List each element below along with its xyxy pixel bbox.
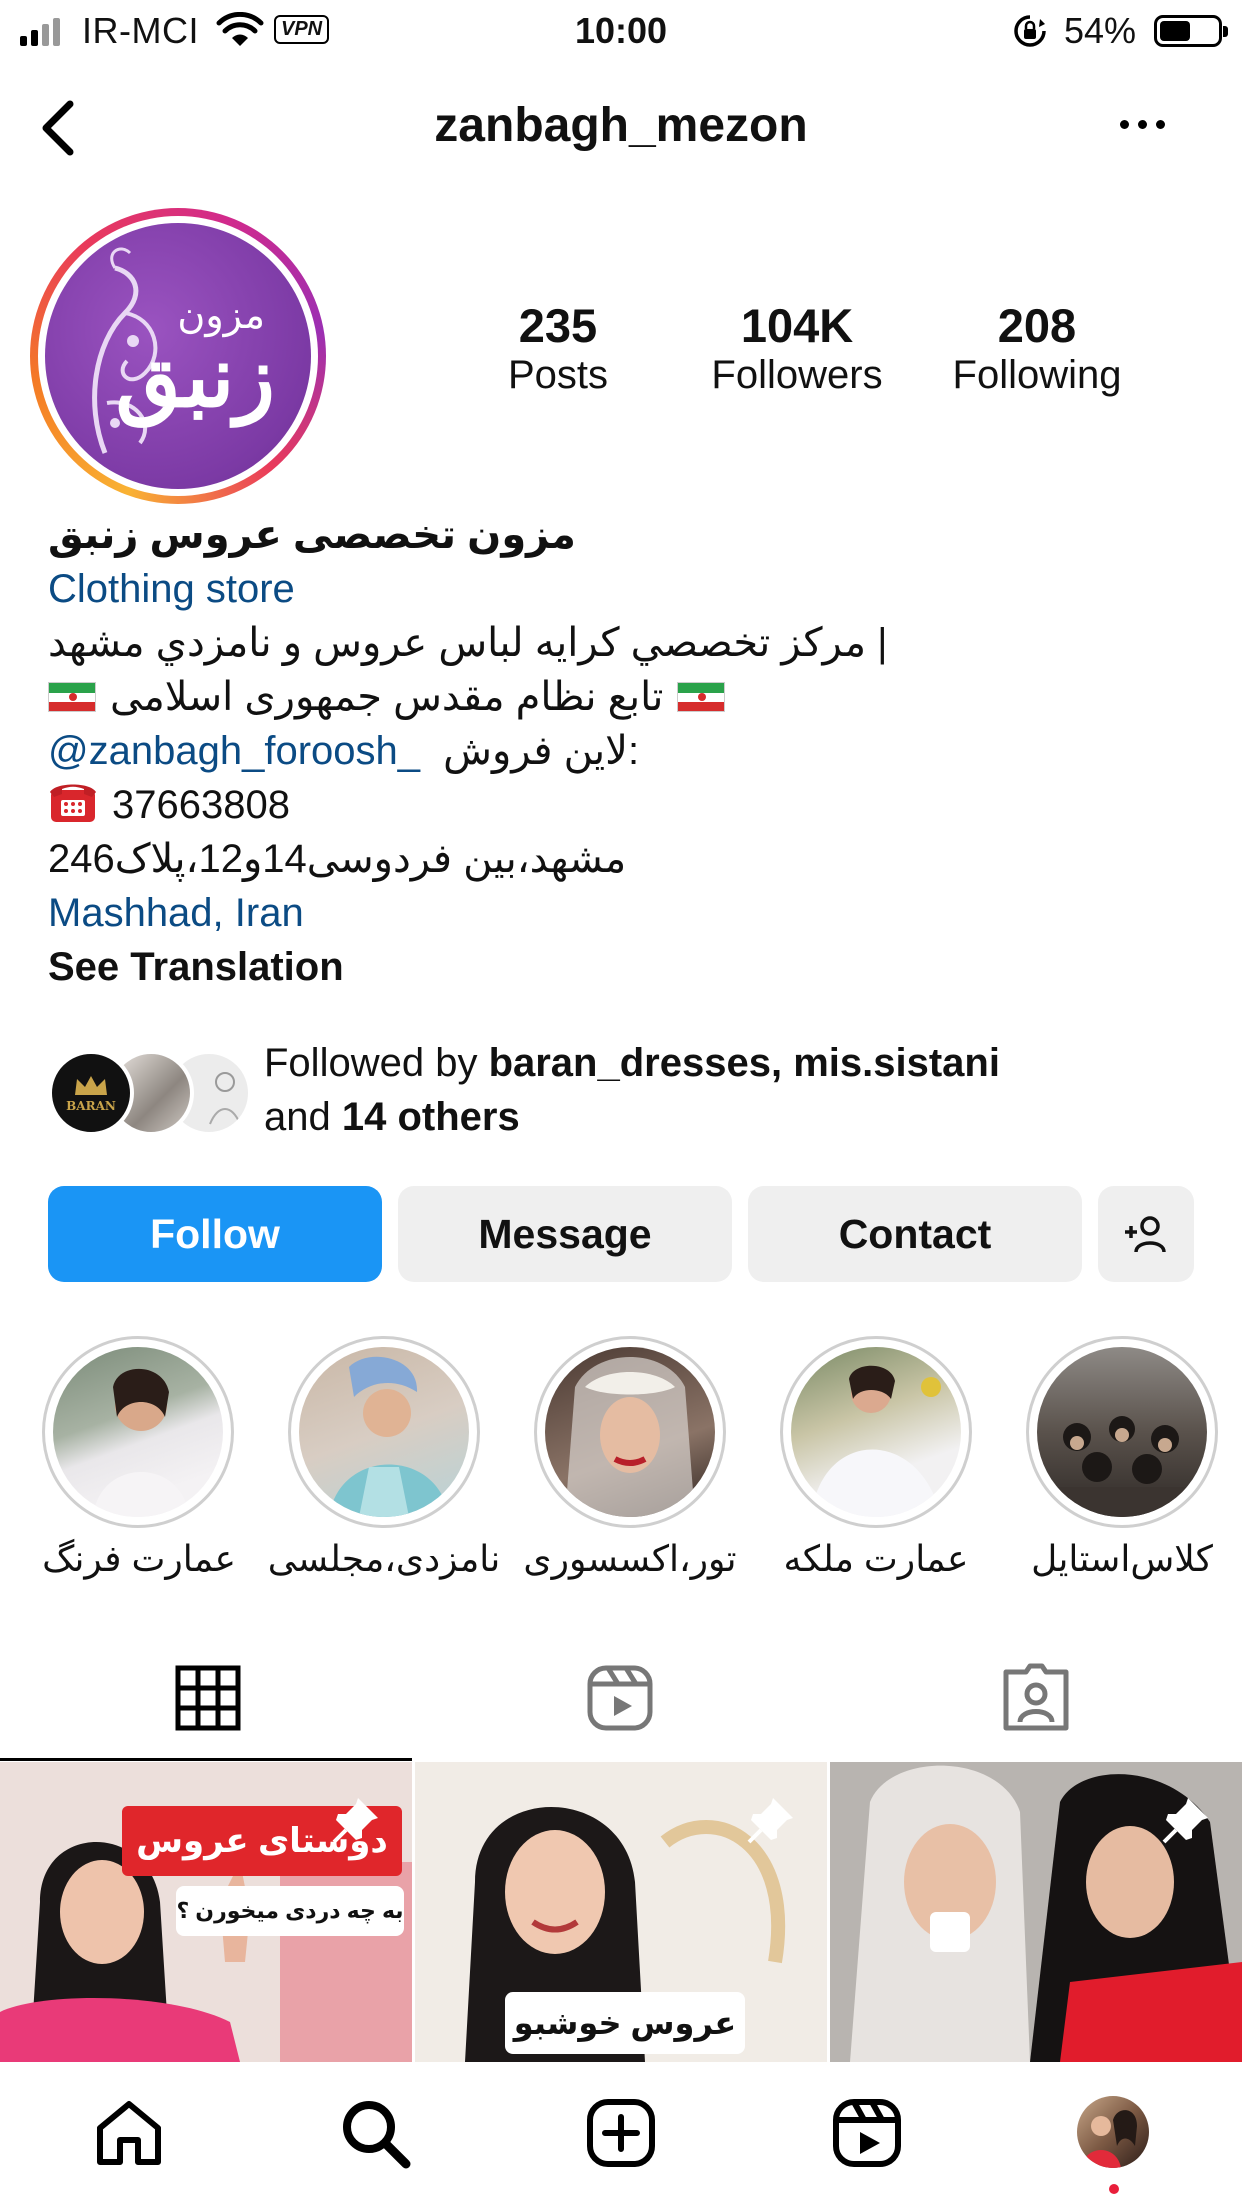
story-highlight[interactable] (284, 1336, 484, 1528)
profile-location[interactable]: Mashhad, Iran (48, 886, 304, 940)
post-subtitle-text: به چه دردی میخورن ؟ (176, 1886, 404, 1936)
grid-post[interactable]: عروس خوشبو (415, 1762, 827, 2062)
pinned-post-icon (1162, 1798, 1208, 1844)
highlight-label: نامزدی،مجلسی (267, 1538, 501, 1579)
bio-phone-line: 37663808 (48, 778, 290, 832)
tagged-tab-icon[interactable] (998, 1660, 1074, 1736)
highlight-label: تور،اکسسوری (523, 1538, 737, 1579)
grid-post[interactable]: دوستای عروس به چه دردی میخورن ؟ (0, 1762, 412, 2062)
posts-grid-tab-icon[interactable] (170, 1660, 246, 1736)
search-icon[interactable] (338, 2096, 412, 2170)
profile-category[interactable]: Clothing store (48, 562, 295, 616)
profile-username: zanbagh_mezon (434, 99, 808, 152)
reels-tab-icon[interactable] (582, 1660, 658, 1736)
bottom-navigation-bar (0, 2062, 1242, 2208)
bio-line-3: @zanbagh_foroosh_ لاین فروش: (48, 724, 639, 778)
followers-stat[interactable]: 104K Followers (687, 300, 907, 398)
followed-by-text[interactable]: Followed by baran_dresses, mis.sistani a… (264, 1036, 1000, 1144)
avatar-logo-large-text: زنبق (115, 327, 275, 426)
highlight-cover-image (791, 1347, 961, 1517)
contact-button[interactable]: Contact (748, 1186, 1082, 1282)
see-translation-link[interactable]: See Translation (48, 940, 344, 994)
battery-percent: 54% (1064, 10, 1137, 51)
phone-number[interactable]: 37663808 (112, 783, 290, 827)
active-tab-indicator (0, 1758, 412, 1761)
bio-line-2: تابع نظام مقدس جمهوری اسلامی (48, 670, 726, 724)
follower-avatar: BARAN (48, 1050, 134, 1136)
followed-by-others: 14 others (341, 1095, 520, 1139)
own-profile-avatar[interactable] (1077, 2096, 1149, 2168)
status-bar: IR-MCI VPN 10:00 54% (0, 0, 1242, 62)
posts-stat[interactable]: 235 Posts (448, 300, 668, 398)
highlight-cover-image (1037, 1347, 1207, 1517)
profile-display-name: مزون تخصصی عروس زنبق (48, 513, 576, 557)
create-post-icon[interactable] (584, 2096, 658, 2170)
telephone-icon (50, 784, 96, 822)
followers-count: 104K (740, 299, 854, 352)
battery-icon (1154, 15, 1228, 47)
more-options-icon[interactable] (1120, 120, 1165, 129)
profile-avatar-story-ring[interactable]: مزون زنبق (30, 208, 326, 504)
following-stat[interactable]: 208 Following (927, 300, 1147, 398)
status-time: 10:00 (574, 10, 668, 51)
pinned-post-icon (332, 1798, 378, 1844)
followers-label: Followers (711, 352, 883, 397)
followed-by-prefix: Followed by (264, 1041, 478, 1085)
story-highlight[interactable] (1022, 1336, 1222, 1528)
highlight-label: کلاس‌استایل (1031, 1538, 1213, 1579)
following-count: 208 (997, 299, 1077, 352)
followed-by-avatars[interactable]: BARAN (48, 1050, 252, 1140)
home-icon[interactable] (92, 2096, 166, 2170)
posts-count: 235 (518, 299, 598, 352)
followed-by-users: baran_dresses, mis.sistani (488, 1041, 1000, 1085)
bio-address: مشهد،بین فردوسی14و12،پلاک246 (48, 837, 627, 881)
bio-line-2-text: تابع نظام مقدس جمهوری اسلامی (110, 675, 664, 719)
grid-post[interactable] (830, 1762, 1242, 2062)
highlight-cover-image (53, 1347, 223, 1517)
highlight-label: عمارت فرنگ (42, 1538, 236, 1579)
story-highlight[interactable] (776, 1336, 976, 1528)
post-banner-text: عروس خوشبو (505, 1992, 745, 2054)
add-person-icon (1125, 1216, 1166, 1253)
following-label: Following (952, 352, 1122, 397)
follow-button[interactable]: Follow (48, 1186, 382, 1282)
profile-avatar: مزون زنبق (45, 223, 311, 489)
suggested-users-button[interactable] (1098, 1186, 1194, 1282)
pinned-post-icon (747, 1798, 793, 1844)
highlight-cover-image (299, 1347, 469, 1517)
notification-dot (1109, 2184, 1119, 2194)
iran-flag-icon (677, 682, 726, 712)
bio-line-1: مرکز تخصصي کرايه لباس عروس و نامزدي مشهد… (48, 621, 888, 665)
sales-line-label: لاین فروش: (443, 729, 640, 773)
orientation-lock-icon (1014, 15, 1046, 47)
sales-handle-link[interactable]: @zanbagh_foroosh_ (48, 729, 420, 773)
message-button[interactable]: Message (398, 1186, 732, 1282)
crown-icon (75, 1076, 107, 1095)
followed-by-and: and (264, 1095, 331, 1139)
story-highlight[interactable] (530, 1336, 730, 1528)
highlight-label: عمارت ملکه (783, 1538, 969, 1579)
highlight-cover-image (545, 1347, 715, 1517)
story-highlight[interactable] (38, 1336, 238, 1528)
follower-avatar-text: BARAN (66, 1099, 116, 1113)
posts-label: Posts (507, 352, 609, 397)
reels-icon[interactable] (830, 2096, 904, 2170)
iran-flag-icon (48, 682, 96, 712)
